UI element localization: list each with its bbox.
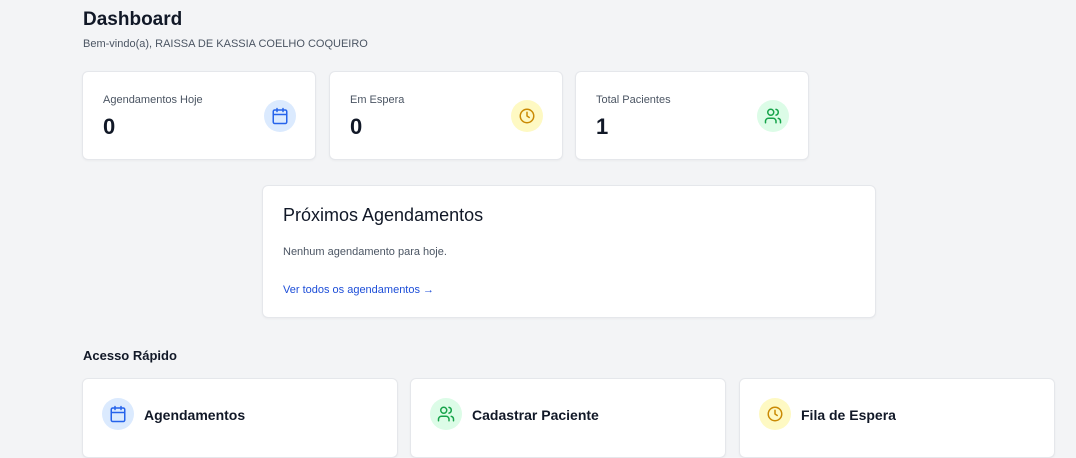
quick-access-label: Cadastrar Paciente	[472, 407, 599, 423]
quick-access-appointments[interactable]: Agendamentos	[82, 378, 398, 458]
quick-access-label: Fila de Espera	[801, 407, 896, 423]
stat-card-waiting: Em Espera 0	[329, 71, 563, 160]
clock-icon	[759, 398, 791, 430]
quick-access-waiting-queue[interactable]: Fila de Espera	[739, 378, 1055, 458]
view-all-appointments-link[interactable]: Ver todos os agendamentos →	[283, 284, 434, 296]
calendar-icon	[102, 398, 134, 430]
upcoming-appointments-panel: Próximos Agendamentos Nenhum agendamento…	[262, 185, 876, 318]
page-title: Dashboard	[83, 9, 183, 30]
empty-state-text: Nenhum agendamento para hoje.	[283, 246, 447, 258]
calendar-icon	[264, 100, 296, 132]
users-icon	[430, 398, 462, 430]
stat-label: Em Espera	[350, 94, 405, 106]
stat-label: Total Pacientes	[596, 94, 671, 106]
stat-label: Agendamentos Hoje	[103, 94, 203, 106]
quick-access-label: Agendamentos	[144, 407, 246, 423]
stat-value: 1	[596, 114, 609, 139]
stat-card-appointments-today: Agendamentos Hoje 0	[82, 71, 316, 160]
stat-value: 0	[103, 114, 116, 139]
quick-access-register-patient[interactable]: Cadastrar Paciente	[410, 378, 726, 458]
stat-card-total-patients: Total Pacientes 1	[575, 71, 809, 160]
quick-access-title: Acesso Rápido	[83, 348, 177, 363]
stat-value: 0	[350, 114, 363, 139]
upcoming-title: Próximos Agendamentos	[283, 205, 484, 225]
users-icon	[757, 100, 789, 132]
welcome-text: Bem-vindo(a), RAISSA DE KASSIA COELHO CO…	[83, 38, 368, 50]
clock-icon	[511, 100, 543, 132]
